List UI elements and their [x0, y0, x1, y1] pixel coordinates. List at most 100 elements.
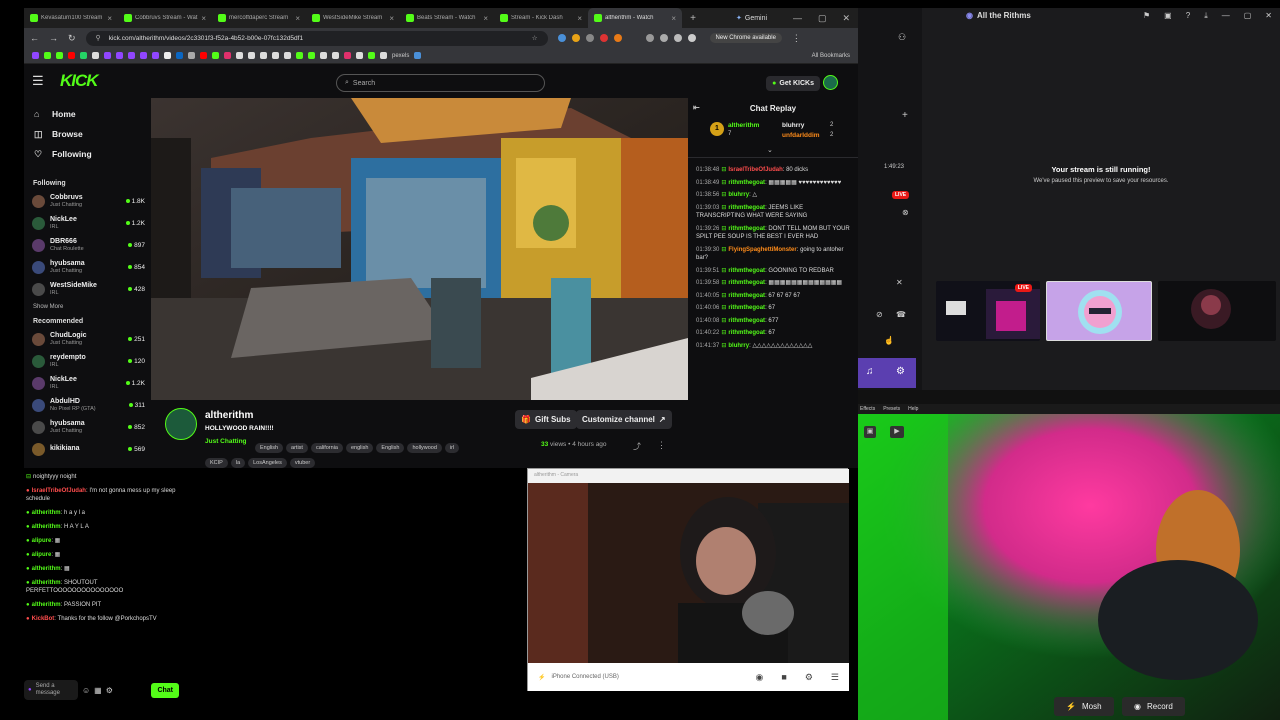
bookmark-icon[interactable] [368, 52, 375, 59]
stream-thumbnail-active[interactable] [1046, 281, 1152, 341]
stream-thumbnail[interactable]: LIVE [936, 281, 1040, 341]
bookmark-icon[interactable] [332, 52, 339, 59]
channel-list-item[interactable]: reydempto IRL 120 [24, 350, 151, 372]
tag-chip[interactable]: hollywood [407, 443, 442, 453]
close-button[interactable]: ✕ [1265, 11, 1272, 21]
emote-icon[interactable]: ☺ [82, 686, 90, 695]
send-message-input[interactable]: ● Send a message [24, 680, 78, 700]
menu-item-presets[interactable]: Presets [883, 406, 900, 412]
menu-item-effects[interactable]: Effects [860, 406, 875, 412]
bookmark-icon[interactable] [128, 52, 135, 59]
message-username[interactable]: IsraelTribeOfJudah [32, 488, 86, 494]
extension-icon[interactable] [599, 34, 608, 42]
close-tab-icon[interactable]: × [577, 14, 582, 23]
maximize-button[interactable]: ▢ [1244, 11, 1252, 21]
tag-chip[interactable]: English [376, 443, 405, 453]
download-icon[interactable]: ⤓ [1204, 11, 1208, 21]
image-icon[interactable]: ▣ [864, 426, 876, 438]
channel-avatar[interactable] [165, 408, 197, 440]
site-info-icon[interactable]: ⚲ [96, 34, 101, 42]
message-username[interactable]: FlyingSpaghettiMonster [728, 247, 796, 253]
video-icon[interactable]: ▶ [890, 426, 904, 438]
share-icon[interactable]: ⤴ [633, 441, 641, 452]
more-options-icon[interactable]: ⋮ [657, 440, 666, 451]
stream-thumbnail[interactable] [1158, 281, 1276, 341]
message-username[interactable]: altherithm [32, 566, 61, 572]
get-kicks-button[interactable]: ● Get KICKs [766, 76, 820, 91]
menu-icon[interactable]: ☰ [831, 672, 839, 683]
browser-tab[interactable]: WestSideMike Stream × [306, 8, 400, 28]
sidebar-item-browse[interactable]: ◫ Browse [24, 124, 151, 144]
tag-chip[interactable]: vtuber [289, 458, 316, 468]
message-username[interactable]: rithmthegoat [728, 268, 765, 274]
close-tab-icon[interactable]: × [295, 14, 300, 23]
sidebar-item-following[interactable]: ♡ Following [24, 144, 151, 164]
settings-icon[interactable]: ⚙ [106, 686, 113, 695]
forward-icon[interactable]: → [49, 33, 58, 43]
extension-icon[interactable] [659, 34, 668, 42]
user-plus-icon[interactable]: ⚇ [898, 32, 906, 43]
chat-send-button[interactable]: Chat [151, 682, 179, 698]
address-bar[interactable]: ⚲ kick.com/altherithm/videos/2c3301f3-f5… [85, 30, 548, 46]
cursor-icon[interactable]: ☝ [884, 336, 894, 345]
back-icon[interactable]: ← [30, 33, 39, 43]
bookmark-icon[interactable] [356, 52, 363, 59]
message-username[interactable]: rithmthegoat [728, 226, 765, 232]
close-tab-icon[interactable]: × [107, 14, 112, 23]
channel-list-item[interactable]: ChudLogic Just Chatting 251 [24, 328, 151, 350]
mosh-button[interactable]: ⚡ Mosh [1054, 697, 1114, 716]
message-username[interactable]: rithmthegoat [728, 205, 765, 211]
channel-list-item[interactable]: NickLee IRL 1.2K [24, 372, 151, 394]
channel-list-item[interactable]: hyubsama Just Chatting 852 [24, 416, 151, 438]
message-username[interactable]: rithmthegoat [728, 330, 765, 336]
bookmark-icon[interactable] [344, 52, 351, 59]
gift-subs-button[interactable]: 🎁 Gift Subs [515, 410, 577, 429]
video-icon[interactable]: ■ [781, 672, 786, 683]
extension-icon[interactable] [585, 34, 594, 42]
bookmark-icon[interactable] [152, 52, 159, 59]
browser-tab[interactable]: Cobbruvs Stream - Wat × [118, 8, 212, 28]
profile-avatar[interactable] [687, 34, 696, 42]
bookmark-icon[interactable] [104, 52, 111, 59]
bookmark-icon[interactable] [260, 52, 267, 59]
message-username[interactable]: altherithm [32, 510, 61, 516]
bookmark-icon[interactable] [164, 52, 171, 59]
channel-name[interactable]: altherithm [205, 410, 253, 421]
bookmark-icon[interactable] [80, 52, 87, 59]
sidebar-item-home[interactable]: ⌂ Home [24, 104, 151, 124]
channel-list-item[interactable]: DBR666 Chat Roulette 897 [24, 234, 151, 256]
tag-chip[interactable]: la [230, 458, 246, 468]
message-username[interactable]: altherithm [32, 524, 61, 530]
channel-list-item[interactable]: hyubsama Just Chatting 854 [24, 256, 151, 278]
bookmark-icon[interactable] [44, 52, 51, 59]
new-chrome-available-button[interactable]: New Chrome available [709, 33, 782, 43]
bookmark-icon[interactable] [414, 52, 422, 59]
message-username[interactable]: altherithm [32, 602, 61, 608]
add-icon[interactable]: + [902, 110, 908, 121]
show-more-link[interactable]: Show More [24, 304, 151, 310]
bookmark-icon[interactable] [92, 52, 99, 59]
settings-icon[interactable]: ⚙ [896, 366, 905, 377]
bookmark-icon[interactable] [308, 52, 315, 59]
bookmark-icon[interactable] [116, 52, 123, 59]
extension-icon[interactable] [645, 34, 654, 42]
bookmark-icon[interactable] [320, 52, 327, 59]
message-username[interactable]: rithmthegoat [728, 280, 765, 286]
close-icon[interactable]: ✕ [896, 278, 903, 287]
bookmark-icon[interactable] [248, 52, 255, 59]
hangup-icon[interactable]: ☎ [896, 310, 906, 319]
snapshot-icon[interactable]: ◉ [756, 672, 764, 683]
message-username[interactable]: KickBot [32, 616, 55, 622]
maximize-button[interactable]: ▢ [818, 13, 827, 24]
menu-item-help[interactable]: Help [908, 406, 918, 412]
browser-tab[interactable]: altherithm - Watch × [588, 8, 682, 28]
bookmark-icon[interactable] [200, 52, 207, 59]
stream-category[interactable]: Just Chatting [205, 438, 247, 445]
settings-icon[interactable]: ⚙ [805, 672, 813, 683]
message-username[interactable]: alipure [32, 538, 52, 544]
record-button[interactable]: ◉ Record [1122, 697, 1185, 716]
extension-icon[interactable] [673, 34, 682, 42]
bookmark-icon[interactable] [68, 52, 75, 59]
customize-channel-button[interactable]: Customize channel ↗ [576, 410, 672, 429]
close-tab-icon[interactable]: × [671, 14, 676, 23]
